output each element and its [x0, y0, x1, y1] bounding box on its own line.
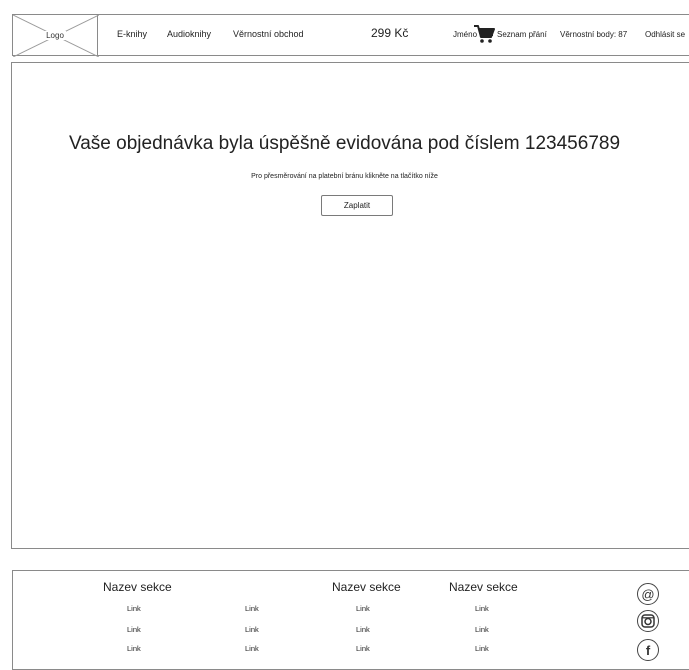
footer-link[interactable]: Link: [475, 604, 489, 613]
order-confirmation-title: Vaše objednávka byla úspěšně evidována p…: [68, 133, 621, 154]
pay-button[interactable]: Zaplatit: [321, 195, 393, 216]
payment-redirect-text: Pro přesměrování na platební bránu klikn…: [251, 173, 438, 180]
nav-ebooks[interactable]: E-knihy: [117, 29, 147, 39]
footer-link[interactable]: Link: [245, 644, 259, 653]
facebook-icon[interactable]: f: [637, 639, 659, 661]
user-name[interactable]: Jméno P.: [453, 30, 486, 39]
footer-link[interactable]: Link: [245, 604, 259, 613]
footer-link[interactable]: Link: [127, 604, 141, 613]
email-icon[interactable]: @: [637, 583, 659, 605]
logo-text: Logo: [44, 30, 66, 40]
instagram-icon[interactable]: [637, 610, 659, 632]
logo[interactable]: Logo: [12, 14, 99, 57]
footer-link[interactable]: Link: [356, 625, 370, 634]
email-glyph: @: [641, 586, 655, 602]
footer-link[interactable]: Link: [127, 644, 141, 653]
footer-link[interactable]: Link: [475, 644, 489, 653]
footer-link[interactable]: Link: [356, 644, 370, 653]
wishlist-link[interactable]: Seznam přání: [497, 30, 547, 39]
footer-link[interactable]: Link: [245, 625, 259, 634]
nav-loyalty-shop[interactable]: Věrnostní obchod: [233, 29, 304, 39]
logout-link[interactable]: Odhlásit se: [645, 30, 685, 39]
footer-section-title: Nazev sekce: [449, 580, 518, 594]
footer-link[interactable]: Link: [475, 625, 489, 634]
nav-audiobooks[interactable]: Audioknihy: [167, 29, 211, 39]
loyalty-points: Věrnostní body: 87: [560, 30, 628, 39]
footer-link[interactable]: Link: [356, 604, 370, 613]
footer-section-title: Nazev sekce: [332, 580, 401, 594]
footer-section-title: Nazev sekce: [103, 580, 172, 594]
cart-total: 299 Kč: [371, 26, 409, 40]
footer-link[interactable]: Link: [127, 625, 141, 634]
facebook-glyph: f: [645, 642, 651, 658]
